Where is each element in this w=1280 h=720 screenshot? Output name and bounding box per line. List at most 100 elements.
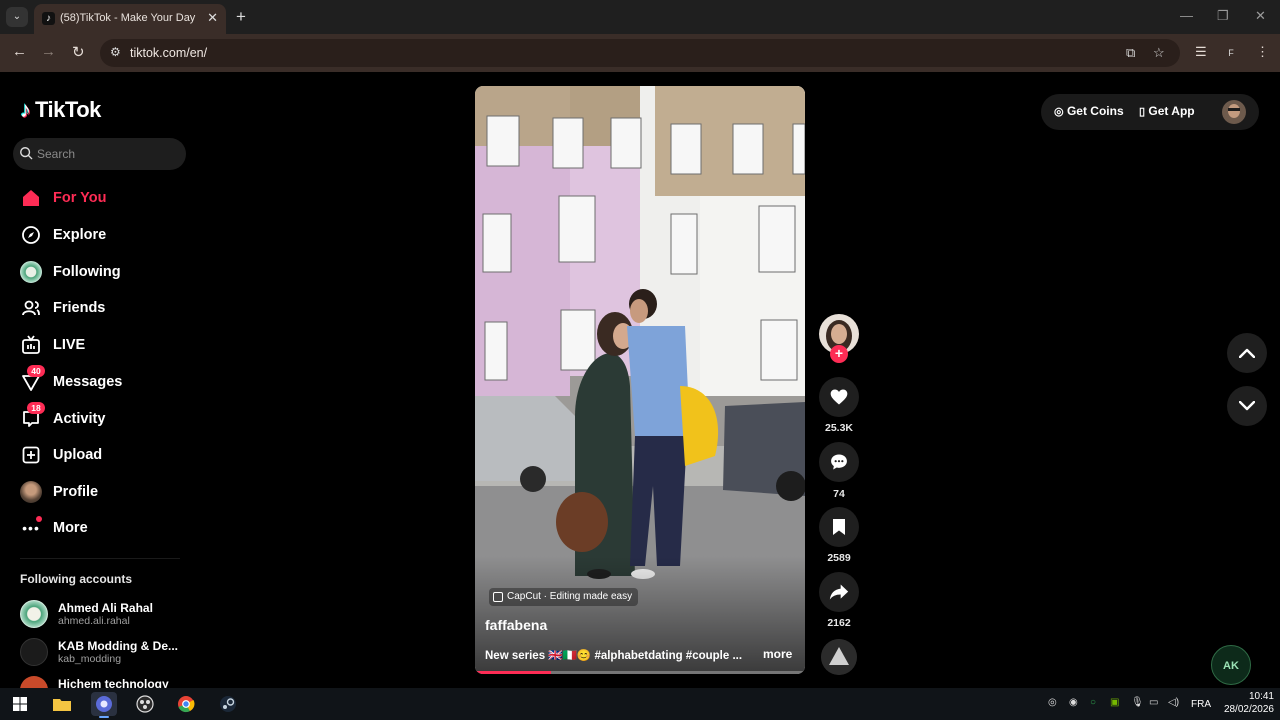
volume-icon[interactable]: ◁) [1168, 697, 1179, 708]
next-video-button[interactable] [1227, 386, 1267, 426]
install-app-icon[interactable]: ⧉ [1126, 45, 1135, 61]
coin-icon: ◎ [1054, 106, 1064, 118]
sidebar-item-activity[interactable]: 18 Activity [20, 402, 180, 435]
phone-icon: ▯ [1139, 106, 1146, 118]
account-avatar [20, 638, 48, 666]
maximize-icon[interactable]: ❐ [1217, 8, 1229, 24]
save-count: 2589 [827, 552, 851, 564]
like-count: 25.3K [824, 422, 854, 434]
channel-watermark-logo: AK [1211, 645, 1251, 685]
capcut-icon [493, 592, 503, 602]
site-info-icon[interactable]: ⚙ [110, 45, 121, 59]
status-tray-icon[interactable]: ○ [1090, 697, 1096, 708]
video-description: New series 🇬🇧🇮🇹😊 #alphabetdating #couple… [485, 650, 743, 662]
sidebar-item-friends[interactable]: Friends [20, 294, 180, 324]
sidebar-item-label: Friends [53, 300, 106, 316]
nvidia-tray-icon[interactable]: ▣ [1110, 697, 1119, 708]
logo-text: TikTok [35, 97, 101, 122]
browser-tab[interactable]: ♪ (58)TikTok - Make Your Day ✕ [34, 4, 226, 34]
activity-badge: 18 [27, 402, 45, 414]
top-actions-bar: ◎ Get Coins ▯ Get App [1041, 94, 1259, 130]
obs-icon[interactable] [132, 692, 158, 716]
profile-avatar [20, 481, 42, 503]
tab-search-button[interactable]: ⌄ [6, 7, 28, 27]
browser-menu-icon[interactable]: ⋮ [1256, 44, 1269, 60]
sidebar-item-explore[interactable]: Explore [20, 221, 180, 251]
tiktok-favicon-icon: ♪ [42, 12, 55, 25]
taskbar-clock[interactable]: 10:41 28/02/2026 [1214, 690, 1274, 716]
user-avatar[interactable] [1222, 100, 1246, 124]
browser-toolbar: ← → ↻ ⚙ tiktok.com/en/ ⧉ ☆ ☰ ⋮ [0, 34, 1280, 72]
sidebar-item-label: Profile [53, 484, 99, 500]
windows-start-icon[interactable] [7, 692, 33, 716]
follow-button[interactable]: + [830, 345, 848, 363]
sidebar-item-label: Messages [53, 374, 123, 390]
share-button[interactable] [819, 572, 859, 612]
following-account-item[interactable]: Ahmed Ali Rahal ahmed.ali.rahal [20, 600, 190, 632]
sidebar-item-label: Upload [53, 447, 103, 463]
browser-profile-avatar[interactable]: F [1222, 44, 1240, 62]
sidebar-item-profile[interactable]: Profile [20, 478, 180, 508]
comment-count: 74 [833, 488, 845, 500]
obs-tray-icon[interactable]: ◎ [1048, 697, 1057, 708]
previous-video-button[interactable] [1227, 333, 1267, 373]
url-text: tiktok.com/en/ [130, 46, 208, 60]
browser-tabbar: ⌄ ♪ (58)TikTok - Make Your Day ✕ + — ❐ ✕ [0, 0, 1280, 34]
sidebar-item-label: Following [53, 264, 121, 280]
minimize-icon[interactable]: — [1180, 8, 1193, 23]
account-avatar [20, 600, 48, 628]
get-app-button[interactable]: ▯ Get App [1139, 104, 1195, 118]
network-icon[interactable]: ▭ [1149, 697, 1158, 708]
video-author[interactable]: faffabena [485, 617, 547, 633]
sidebar-item-live[interactable]: LIVE [20, 331, 180, 361]
chrome-icon[interactable] [173, 692, 199, 716]
new-tab-button[interactable]: + [236, 7, 246, 27]
following-account-item[interactable]: KAB Modding & De... kab_modding [20, 638, 190, 670]
tab-title: (58)TikTok - Make Your Day [60, 12, 196, 24]
share-icon [829, 584, 849, 600]
sidebar-item-for-you[interactable]: For You [20, 184, 180, 214]
bookmark-icon [833, 519, 845, 535]
tiktok-note-icon: ♪ [20, 97, 31, 122]
file-explorer-icon[interactable] [49, 692, 75, 716]
steam-icon[interactable] [215, 692, 241, 716]
address-bar[interactable]: ⚙ tiktok.com/en/ ⧉ ☆ [100, 39, 1180, 67]
language-indicator[interactable]: FRA [1191, 699, 1211, 710]
sidebar-divider [20, 558, 180, 559]
video-frame [475, 86, 805, 674]
save-button[interactable] [819, 507, 859, 547]
reading-list-icon[interactable]: ☰ [1195, 44, 1207, 60]
get-coins-button[interactable]: ◎ Get Coins [1054, 104, 1124, 118]
effect-label: CapCut · Editing made easy [507, 591, 633, 602]
reload-icon[interactable]: ↻ [72, 43, 85, 61]
sidebar-item-label: Explore [53, 227, 107, 243]
compass-icon [20, 224, 42, 246]
sidebar-item-more[interactable]: ••• More [20, 514, 180, 544]
friends-icon [20, 297, 42, 319]
back-icon[interactable]: ← [12, 43, 27, 60]
video-progress-fill [475, 671, 551, 674]
search-input[interactable]: Search [13, 138, 186, 170]
more-link[interactable]: more [763, 647, 792, 661]
forward-icon[interactable]: → [41, 43, 56, 60]
tab-close-icon[interactable]: ✕ [207, 10, 218, 26]
video-progress-bar[interactable] [475, 671, 805, 674]
comment-button[interactable] [819, 442, 859, 482]
effect-chip[interactable]: CapCut · Editing made easy [489, 588, 639, 606]
microphone-icon[interactable]: 🎙 [1131, 697, 1144, 708]
sidebar-item-following[interactable]: Following [20, 258, 180, 288]
bookmark-star-icon[interactable]: ☆ [1153, 45, 1165, 61]
like-button[interactable] [819, 377, 859, 417]
music-disc-icon[interactable] [821, 639, 857, 675]
browser-taskbar-icon[interactable] [91, 692, 117, 718]
tiktok-logo[interactable]: ♪ TikTok [20, 96, 101, 124]
close-window-icon[interactable]: ✕ [1255, 8, 1266, 24]
account-handle: kab_modding [58, 653, 122, 665]
search-icon [20, 147, 33, 160]
sidebar-item-label: For You [53, 190, 107, 206]
steam-tray-icon[interactable]: ◉ [1069, 697, 1078, 708]
sidebar-item-messages[interactable]: 40 Messages [20, 365, 180, 398]
video-player[interactable]: CapCut · Editing made easy faffabena New… [475, 86, 805, 674]
chevron-up-icon [1239, 348, 1255, 358]
sidebar-item-upload[interactable]: Upload [20, 441, 180, 471]
